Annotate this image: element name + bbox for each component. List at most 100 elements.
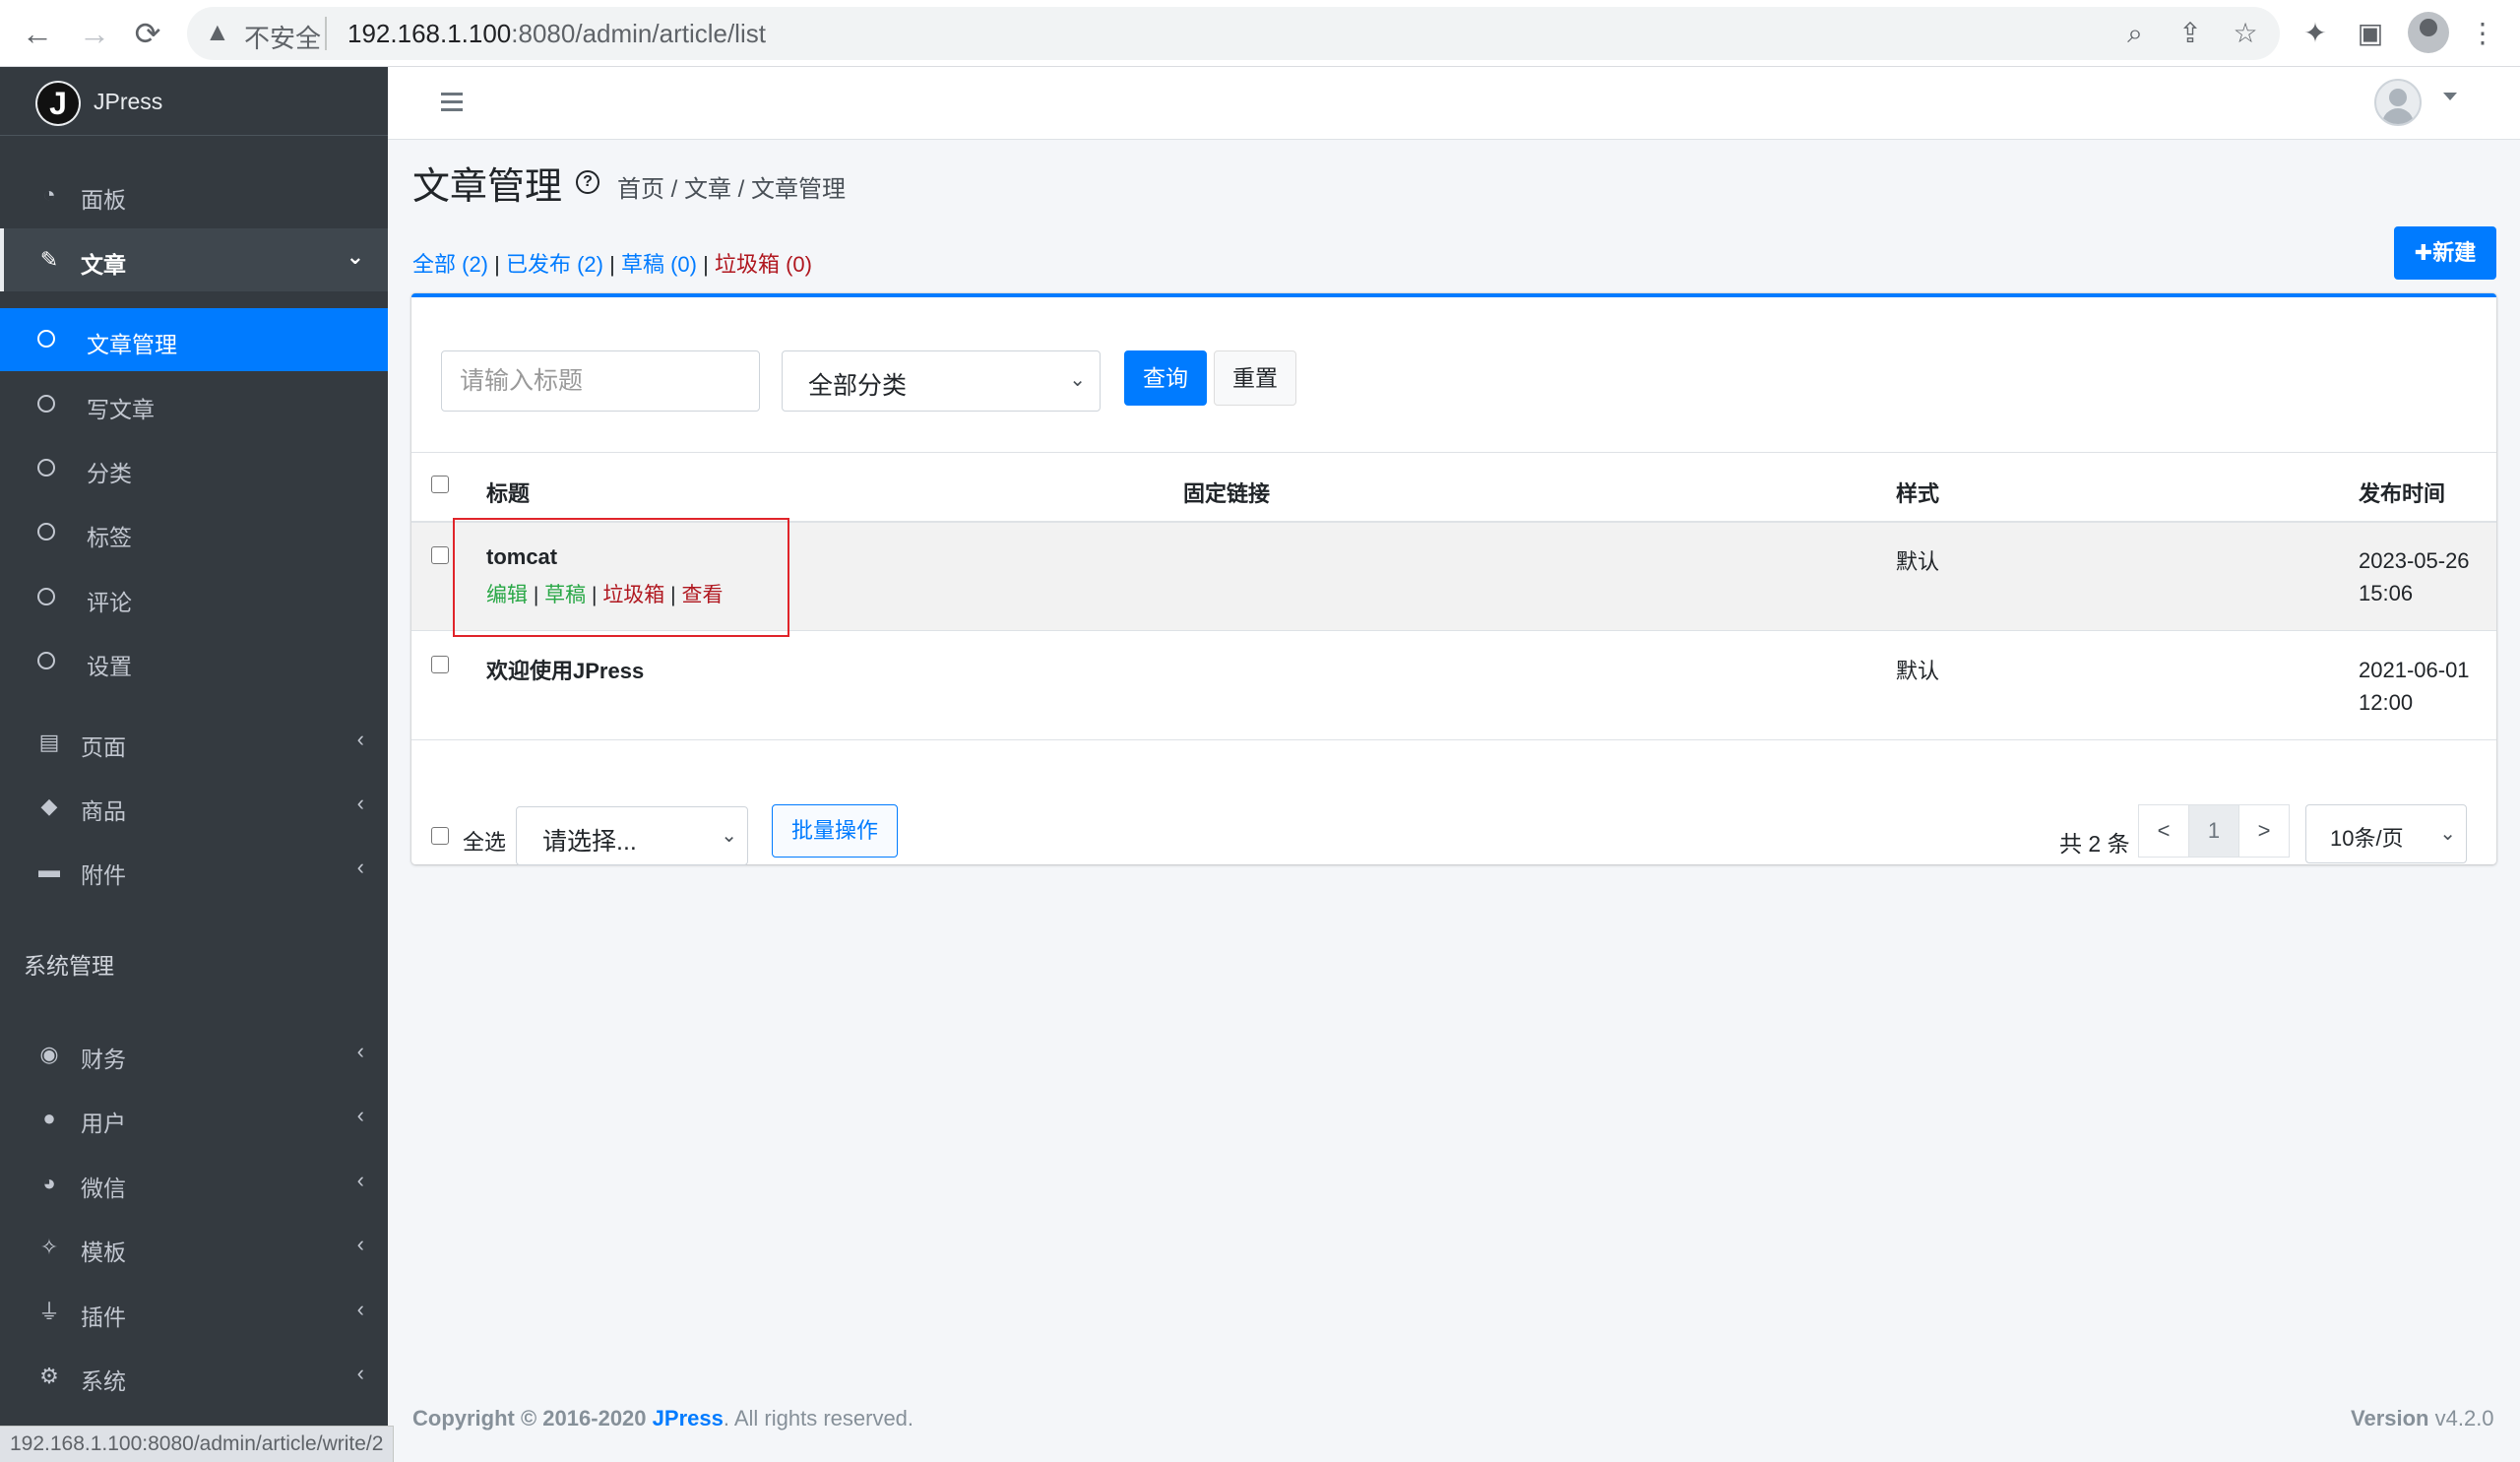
folder-icon: ▬ bbox=[38, 858, 60, 882]
sidebar-item-label: 评论 bbox=[87, 590, 132, 615]
help-icon[interactable]: ? bbox=[576, 170, 599, 194]
sidebar-item-label: 系统 bbox=[81, 1368, 126, 1394]
top-navbar bbox=[388, 67, 2520, 140]
url-text[interactable]: 192.168.1.100:8080/admin/article/list bbox=[347, 19, 766, 49]
new-article-button[interactable]: ✚新建 bbox=[2394, 226, 2496, 280]
status-bar-url: 192.168.1.100:8080/admin/article/write/2 bbox=[0, 1426, 395, 1462]
sidebar-item-product[interactable]: ◆ 商品 ‹ bbox=[0, 775, 388, 838]
sidebar-subitem-write[interactable]: 写文章 bbox=[0, 373, 388, 436]
select-all-label[interactable]: 全选 bbox=[463, 825, 506, 857]
table-row: 欢迎使用JPress 默认 2021-06-01 12:00 bbox=[411, 632, 2496, 740]
page-button-1[interactable]: 1 bbox=[2188, 804, 2239, 858]
publish-clock: 12:00 bbox=[2359, 690, 2414, 715]
jpress-link[interactable]: JPress bbox=[653, 1406, 724, 1430]
total-count: 共 2 条 bbox=[2059, 831, 2130, 857]
gear-icon: ⚙ bbox=[39, 1364, 59, 1388]
reset-button[interactable]: 重置 bbox=[1214, 350, 1296, 406]
table-footer-bar: 全选 请选择... ⌄ 批量操作 共 2 条 < 1 > 10条/页 ⌄ bbox=[411, 786, 2496, 868]
jpress-logo-icon: J bbox=[37, 83, 79, 124]
sidebar-item-article[interactable]: ✎ 文章 ⌄ bbox=[0, 228, 388, 291]
warning-icon[interactable]: ▲ bbox=[205, 17, 230, 47]
highlight-annotation-box bbox=[453, 518, 789, 637]
sidebar-item-label: 文章管理 bbox=[87, 332, 177, 357]
sidebar-subitem-article-manage[interactable]: 文章管理 bbox=[0, 308, 388, 371]
sidebar-item-label: 插件 bbox=[81, 1304, 126, 1330]
category-select[interactable]: 全部分类 ⌄ bbox=[782, 350, 1101, 412]
column-header-style: 样式 bbox=[1896, 481, 1940, 506]
edit-icon: ✎ bbox=[39, 247, 59, 272]
next-page-button[interactable]: > bbox=[2238, 804, 2290, 858]
caret-down-icon[interactable] bbox=[2443, 93, 2457, 100]
publish-date: 2023-05-26 bbox=[2359, 548, 2470, 573]
chevron-left-icon: ‹ bbox=[356, 1361, 364, 1385]
wechat-icon: ◕ bbox=[42, 1171, 56, 1195]
select-all-header-checkbox[interactable] bbox=[431, 476, 449, 493]
filter-all[interactable]: 全部 (2) bbox=[412, 252, 488, 277]
separator bbox=[325, 17, 327, 50]
chevron-down-icon: ⌄ bbox=[721, 825, 737, 847]
menu-kebab-icon[interactable]: ⋮ bbox=[2461, 12, 2504, 55]
title-search-input[interactable] bbox=[441, 350, 760, 412]
avatar[interactable] bbox=[2374, 79, 2422, 126]
filter-published[interactable]: 已发布 (2) bbox=[506, 252, 603, 277]
rights-text: . All rights reserved. bbox=[723, 1406, 914, 1430]
bookmark-star-icon[interactable]: ☆ bbox=[2227, 15, 2264, 52]
row-checkbox[interactable] bbox=[431, 546, 449, 564]
page-size-value: 10条/页 bbox=[2330, 826, 2404, 851]
chevron-left-icon: ‹ bbox=[356, 791, 364, 815]
sidebar-item-system[interactable]: ⚙ 系统 ‹ bbox=[0, 1345, 388, 1408]
extensions-icon[interactable]: ✦ bbox=[2294, 12, 2337, 55]
page-size-select[interactable]: 10条/页 ⌄ bbox=[2305, 804, 2467, 863]
sidebar-item-label: 模板 bbox=[81, 1240, 126, 1265]
publish-date: 2021-06-01 bbox=[2359, 658, 2470, 682]
sidebar-subitem-comments[interactable]: 评论 bbox=[0, 566, 388, 629]
version: Version v4.2.0 bbox=[2351, 1406, 2494, 1431]
circle-icon bbox=[37, 459, 55, 477]
chevron-left-icon: ‹ bbox=[356, 1039, 364, 1063]
sidebar-item-label: 附件 bbox=[81, 862, 126, 888]
brand[interactable]: J JPress bbox=[0, 67, 388, 136]
column-header-permalink: 固定链接 bbox=[1183, 481, 1271, 506]
batch-operation-button[interactable]: 批量操作 bbox=[772, 804, 898, 858]
sidebar-subitem-category[interactable]: 分类 bbox=[0, 437, 388, 500]
side-panel-icon[interactable]: ▣ bbox=[2349, 12, 2392, 55]
filter-separator: | bbox=[494, 252, 500, 277]
filter-separator: | bbox=[609, 252, 615, 277]
circle-icon bbox=[37, 652, 55, 669]
article-style: 默认 bbox=[1896, 549, 1940, 574]
sidebar-item-label: 面板 bbox=[81, 187, 126, 213]
sidebar-item-wechat[interactable]: ◕ 微信 ‹ bbox=[0, 1152, 388, 1215]
sidebar-item-page[interactable]: ▤ 页面 ‹ bbox=[0, 711, 388, 774]
batch-action-select[interactable]: 请选择... ⌄ bbox=[516, 806, 748, 865]
forward-icon[interactable]: → bbox=[73, 12, 116, 55]
insecure-label[interactable]: 不安全 bbox=[244, 19, 321, 55]
chevron-left-icon: ‹ bbox=[356, 1297, 364, 1321]
sidebar-subitem-settings[interactable]: 设置 bbox=[0, 630, 388, 693]
sidebar-item-template[interactable]: ✧ 模板 ‹ bbox=[0, 1216, 388, 1279]
query-button[interactable]: 查询 bbox=[1124, 350, 1207, 406]
sidebar-item-dashboard[interactable]: ◔ 面板 bbox=[0, 163, 388, 226]
row-checkbox[interactable] bbox=[431, 656, 449, 673]
sidebar-item-plugin[interactable]: ⏚ 插件 ‹ bbox=[0, 1281, 388, 1344]
chevron-left-icon: ‹ bbox=[356, 855, 364, 879]
menu-toggle-icon[interactable] bbox=[441, 93, 463, 112]
status-filter-tabs: 全部 (2) | 已发布 (2) | 草稿 (0) | 垃圾箱 (0) bbox=[412, 247, 812, 279]
filter-trash[interactable]: 垃圾箱 (0) bbox=[715, 252, 812, 277]
sidebar-item-label: 分类 bbox=[87, 461, 132, 486]
sidebar-subitem-tags[interactable]: 标签 bbox=[0, 501, 388, 564]
share-icon[interactable]: ⇪ bbox=[2172, 15, 2209, 52]
sidebar-item-attachment[interactable]: ▬ 附件 ‹ bbox=[0, 839, 388, 902]
address-bar[interactable]: ▲ 不安全 192.168.1.100:8080/admin/article/l… bbox=[187, 7, 2280, 60]
zoom-icon[interactable]: ⌕ bbox=[2116, 15, 2154, 52]
sidebar-item-finance[interactable]: ◉ 财务 ‹ bbox=[0, 1023, 388, 1086]
select-all-checkbox[interactable] bbox=[431, 827, 449, 845]
table-header: 标题 固定链接 样式 发布时间 bbox=[411, 452, 2496, 523]
article-title[interactable]: 欢迎使用JPress bbox=[486, 654, 644, 685]
reload-icon[interactable]: ⟳ bbox=[126, 12, 169, 55]
prev-page-button[interactable]: < bbox=[2138, 804, 2189, 858]
profile-icon[interactable] bbox=[2408, 12, 2449, 53]
sidebar-item-user[interactable]: ● 用户 ‹ bbox=[0, 1087, 388, 1150]
back-icon[interactable]: ← bbox=[16, 12, 59, 55]
user-icon: ● bbox=[42, 1106, 56, 1130]
filter-draft[interactable]: 草稿 (0) bbox=[621, 252, 697, 277]
